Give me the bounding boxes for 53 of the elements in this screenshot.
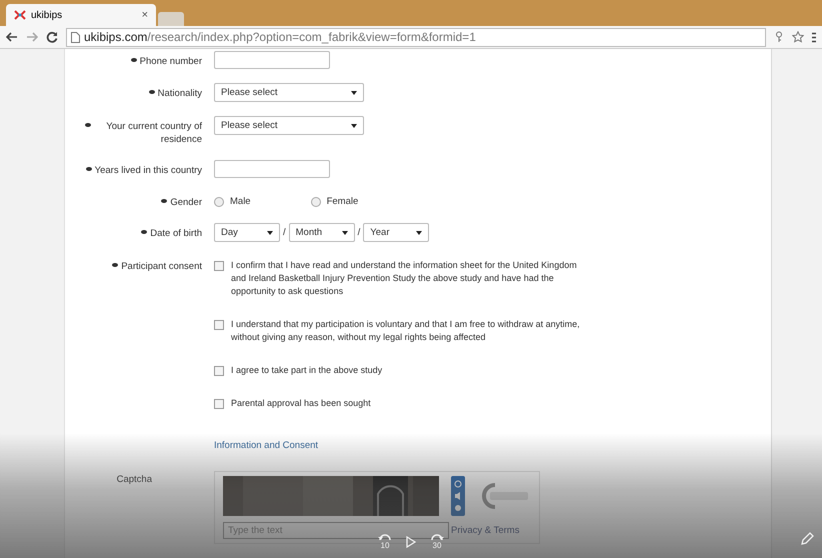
- field-label: Captcha: [116, 473, 153, 487]
- browser-tab[interactable]: ukibips ×: [6, 4, 156, 26]
- radio-button[interactable]: [310, 196, 321, 206]
- text-field[interactable]: [214, 51, 330, 69]
- select-dropdown[interactable]: Please select: [214, 83, 364, 102]
- tab-title: ukibips: [31, 10, 64, 20]
- select-dropdown[interactable]: Month: [288, 223, 355, 242]
- field-label: Participant consent: [121, 260, 202, 273]
- star-icon[interactable]: [792, 31, 804, 43]
- radio-label: Female: [326, 196, 358, 207]
- logo-icon: [14, 9, 26, 21]
- text-field[interactable]: [214, 160, 330, 178]
- pencil-icon[interactable]: [800, 532, 814, 546]
- field-label: Date of birth: [150, 227, 202, 240]
- select-dropdown[interactable]: Day: [214, 223, 280, 242]
- checkbox[interactable]: [214, 320, 224, 330]
- field-label: Your current country of residence: [105, 120, 202, 146]
- field-label: Phone number: [140, 55, 202, 68]
- radio-label: Male: [230, 196, 251, 207]
- select-dropdown[interactable]: Year: [363, 223, 430, 242]
- select-dropdown[interactable]: Please select: [214, 116, 364, 135]
- reload-icon[interactable]: [46, 31, 58, 43]
- forward-icon[interactable]: [26, 32, 38, 42]
- menu-icon[interactable]: [812, 32, 816, 42]
- forward-icon: [430, 533, 444, 541]
- date-separator: /: [283, 227, 286, 238]
- checkbox[interactable]: [214, 399, 224, 409]
- checkbox-label: I confirm that I have read and understand the information sheet for the United Kingdom and Ireland Basketball Injury Prevention Study the above study and have had the opportunity to ask questions: [231, 259, 578, 298]
- checkbox-label: Parental approval has been sought: [231, 397, 371, 410]
- caret-icon: [416, 230, 422, 234]
- caret-icon: [351, 124, 357, 128]
- address-bar[interactable]: ukibips.com/research/index.php?option=com_fabrik&view=form&formid=1: [66, 28, 766, 46]
- checkbox-label: I agree to take part in the above study: [231, 364, 382, 377]
- page-icon: [71, 32, 80, 42]
- caret-icon: [342, 230, 348, 234]
- field-label: Nationality: [158, 87, 202, 100]
- close-button[interactable]: ×: [142, 9, 148, 21]
- information-link[interactable]: Information and Consent: [214, 440, 318, 451]
- key-icon[interactable]: [774, 31, 784, 43]
- play-icon[interactable]: [406, 536, 416, 548]
- url-text: ukibips.com/research/index.php?option=com_fabrik&view=form&formid=1: [84, 30, 476, 44]
- rewind-icon: [378, 533, 392, 541]
- radio-button[interactable]: [214, 196, 224, 206]
- checkbox[interactable]: [214, 261, 224, 271]
- field-label: Years lived in this country: [94, 164, 202, 177]
- checkbox[interactable]: [214, 366, 224, 376]
- caret-icon: [351, 90, 357, 94]
- date-separator: /: [358, 227, 360, 238]
- caret-icon: [267, 230, 273, 234]
- captcha-controls-icon[interactable]: [451, 476, 465, 516]
- checkbox-label: I understand that my participation is voluntary and that I am free to withdraw at anytime, without giving any reason, without my legal rights being affected: [231, 318, 581, 344]
- field-label: Gender: [170, 196, 202, 209]
- back-icon[interactable]: [6, 32, 18, 42]
